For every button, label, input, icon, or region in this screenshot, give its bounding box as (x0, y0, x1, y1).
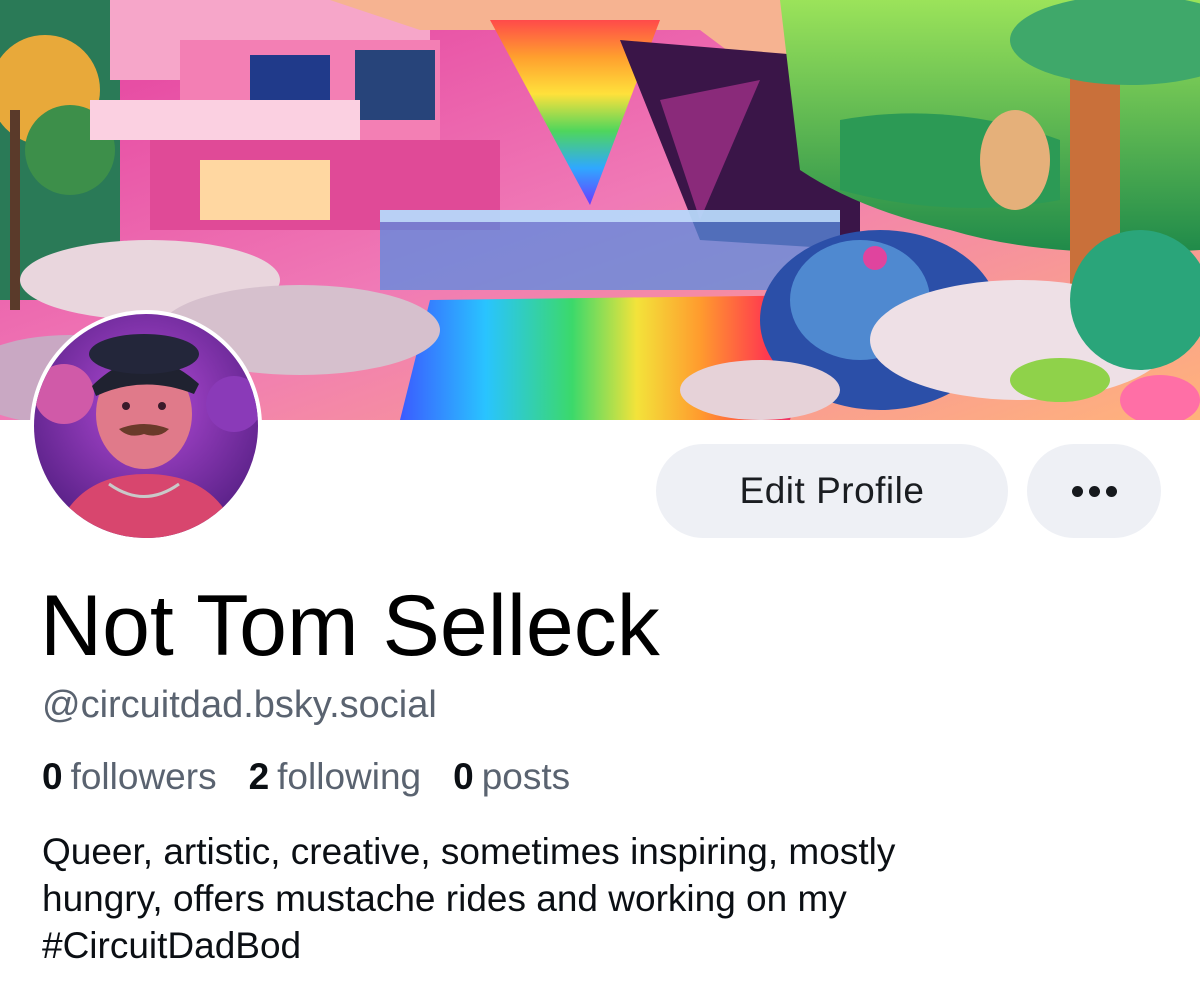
bio-line: hungry, offers mustache rides and workin… (42, 878, 847, 919)
display-name: Not Tom Selleck (40, 578, 660, 674)
edit-profile-label: Edit Profile (739, 470, 925, 511)
more-options-button[interactable] (1027, 444, 1161, 538)
ellipsis-icon (1071, 485, 1117, 497)
following-count: 2 (248, 756, 270, 797)
followers-stat[interactable]: 0 followers (42, 754, 217, 800)
posts-count: 0 (453, 756, 474, 797)
followers-count: 0 (42, 756, 63, 797)
following-stat[interactable]: 2 following (249, 754, 422, 800)
profile-bio: Queer, artistic, creative, sometimes ins… (42, 828, 1162, 969)
profile-page: Edit Profile Not Tom Selleck @circuitdad… (0, 0, 1200, 998)
following-label: following (277, 756, 422, 797)
bio-line: Queer, artistic, creative, sometimes ins… (42, 831, 896, 872)
profile-handle: @circuitdad.bsky.social (42, 684, 437, 726)
edit-profile-button[interactable]: Edit Profile (656, 444, 1008, 538)
posts-stat: 0 posts (453, 754, 570, 800)
followers-label: followers (70, 756, 217, 797)
profile-stats: 0 followers 2 following 0 posts (42, 754, 602, 800)
avatar[interactable] (30, 310, 262, 542)
posts-label: posts (481, 756, 571, 797)
avatar-image (34, 314, 258, 538)
bio-hashtag-link[interactable]: #CircuitDadBod (42, 922, 1162, 969)
